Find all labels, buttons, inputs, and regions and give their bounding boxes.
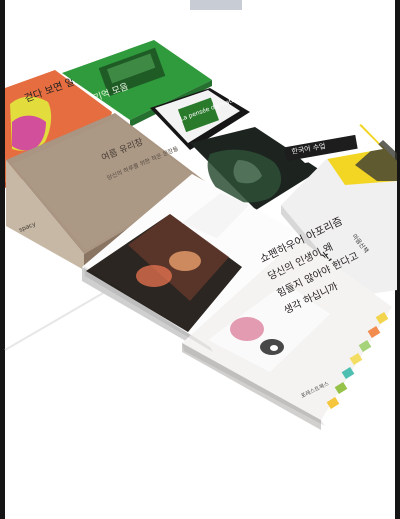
book-table-photo: 걷다 보면 알게 되는 것 기억 모음 La pensée du matin 여…: [0, 0, 400, 519]
top-object: [190, 0, 242, 10]
photo-stage: 걷다 보면 알게 되는 것 기억 모음 La pensée du matin 여…: [0, 0, 400, 519]
